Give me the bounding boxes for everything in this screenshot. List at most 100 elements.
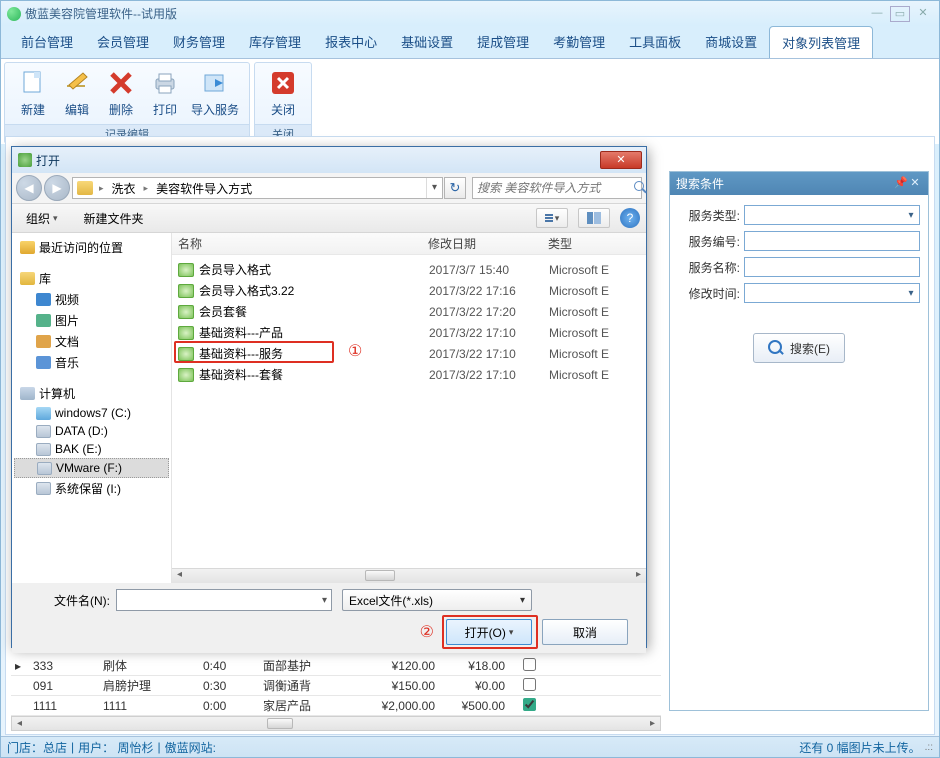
filename-input[interactable] (121, 593, 322, 607)
nav-back-button[interactable]: ◀ (16, 175, 42, 201)
file-row[interactable]: 会员导入格式2017/3/7 15:40Microsoft E (178, 259, 646, 280)
search-panel: 搜索条件 📌 ✕ 服务类型: ▾ 服务编号: 服务名称: 修改时间: ▾ (669, 171, 929, 711)
tree-drive-d[interactable]: DATA (D:) (14, 422, 169, 440)
tree-video[interactable]: 视频 (14, 289, 169, 310)
menu-reports[interactable]: 报表中心 (313, 26, 389, 58)
table-row[interactable]: 091肩膀护理0:30调衡通背¥150.00¥0.00 (11, 676, 661, 696)
import-label: 导入服务 (187, 101, 243, 118)
menu-members[interactable]: 会员管理 (85, 26, 161, 58)
help-button[interactable]: ? (620, 208, 640, 228)
view-mode-button[interactable]: ▾ (536, 208, 568, 228)
menu-mall[interactable]: 商城设置 (693, 26, 769, 58)
breadcrumb-dropdown-icon[interactable]: ▾ (426, 178, 442, 198)
service-type-label: 服务类型: (678, 207, 740, 224)
row-checkbox[interactable] (523, 698, 536, 711)
row-checkbox[interactable] (523, 658, 536, 671)
file-row[interactable]: 基础资料---产品2017/3/22 17:10Microsoft E (178, 322, 646, 343)
table-row[interactable]: ▸333刷体0:40面部基护¥120.00¥18.00 (11, 656, 661, 676)
preview-icon (587, 212, 601, 224)
new-folder-button[interactable]: 新建文件夹 (76, 208, 152, 229)
row-checkbox[interactable] (523, 678, 536, 691)
tree-library[interactable]: 库 (14, 268, 169, 289)
service-name-label: 服务名称: (678, 259, 740, 276)
dialog-search-input[interactable] (477, 181, 634, 195)
close-panel-icon[interactable]: ✕ (908, 177, 922, 191)
filename-label: 文件名(N): (22, 592, 110, 609)
scrollbar-thumb[interactable] (267, 718, 293, 729)
preview-pane-button[interactable] (578, 208, 610, 228)
scroll-right-icon[interactable]: ▸ (631, 569, 646, 583)
tree-recent[interactable]: 最近访问的位置 (14, 237, 169, 258)
open-button[interactable]: 打开(O) ▾ (446, 619, 532, 645)
print-button[interactable]: 打印 (143, 67, 187, 124)
minimize-button[interactable]: — (867, 6, 887, 22)
search-button[interactable]: 搜索(E) (753, 333, 845, 363)
close-app-button[interactable]: ✕ (913, 6, 933, 22)
tree-computer[interactable]: 计算机 (14, 383, 169, 404)
tree-picture[interactable]: 图片 (14, 310, 169, 331)
menu-finance[interactable]: 财务管理 (161, 26, 237, 58)
menu-inventory[interactable]: 库存管理 (237, 26, 313, 58)
file-type-select[interactable]: Excel文件(*.xls) ▾ (342, 589, 532, 611)
tree-drive-f[interactable]: VMware (F:) (14, 458, 169, 478)
import-services-button[interactable]: 导入服务 (187, 67, 243, 124)
recent-icon (20, 241, 35, 254)
service-code-input[interactable] (744, 231, 920, 251)
horizontal-scrollbar[interactable]: ◂ ▸ (11, 716, 661, 731)
split-dropdown-icon: ▾ (509, 627, 514, 638)
file-row[interactable]: 基础资料---套餐2017/3/22 17:10Microsoft E (178, 364, 646, 385)
file-row[interactable]: 会员套餐2017/3/22 17:20Microsoft E (178, 301, 646, 322)
search-panel-title: 搜索条件 (676, 175, 724, 192)
dialog-search-box[interactable] (472, 177, 642, 199)
col-date[interactable]: 修改日期 (428, 235, 548, 252)
pin-icon[interactable]: 📌 (894, 177, 908, 191)
breadcrumb-item[interactable]: 洗衣 (106, 178, 142, 198)
tree-drive-i[interactable]: 系统保留 (I:) (14, 478, 169, 499)
search-button-label: 搜索(E) (790, 340, 830, 357)
chevron-down-icon[interactable]: ▾ (322, 595, 327, 606)
close-tab-button[interactable]: 关闭 (261, 67, 305, 124)
scroll-left-icon[interactable]: ◂ (172, 569, 187, 583)
site-link[interactable]: 傲蓝网站: (165, 739, 216, 756)
mod-time-combo[interactable]: ▾ (744, 283, 920, 303)
delete-button[interactable]: 删除 (99, 67, 143, 124)
organize-button[interactable]: 组织 ▾ (18, 208, 66, 229)
menu-tools[interactable]: 工具面板 (617, 26, 693, 58)
new-icon (17, 67, 49, 99)
cancel-button[interactable]: 取消 (542, 619, 628, 645)
picture-icon (36, 314, 51, 327)
menu-basic-settings[interactable]: 基础设置 (389, 26, 465, 58)
menu-commission[interactable]: 提成管理 (465, 26, 541, 58)
disk-icon (37, 462, 52, 475)
dialog-close-button[interactable]: ✕ (600, 151, 642, 169)
file-row[interactable]: 基础资料---服务2017/3/22 17:10Microsoft E (178, 343, 646, 364)
service-type-combo[interactable]: ▾ (744, 205, 920, 225)
tree-doc[interactable]: 文档 (14, 331, 169, 352)
breadcrumb-item[interactable]: 美容软件导入方式 (150, 178, 258, 198)
menu-attendance[interactable]: 考勤管理 (541, 26, 617, 58)
new-button[interactable]: 新建 (11, 67, 55, 124)
maximize-button[interactable]: ▭ (890, 6, 910, 22)
upload-status: 还有 0 幅图片未上传。 (799, 739, 920, 756)
file-open-dialog: 打开 ✕ ◀ ▶ ▸ 洗衣 ▸ 美容软件导入方式 ▾ ↻ 组织 ▾ (11, 146, 647, 648)
table-row[interactable]: 111111110:00家居产品¥2,000.00¥500.00 (11, 696, 661, 716)
col-name[interactable]: 名称 (178, 235, 428, 252)
col-type[interactable]: 类型 (548, 235, 646, 252)
file-horizontal-scrollbar[interactable]: ◂ ▸ (172, 568, 646, 583)
tree-drive-e[interactable]: BAK (E:) (14, 440, 169, 458)
edit-button[interactable]: 编辑 (55, 67, 99, 124)
tree-music[interactable]: 音乐 (14, 352, 169, 373)
tree-drive-c[interactable]: windows7 (C:) (14, 404, 169, 422)
dialog-titlebar[interactable]: 打开 ✕ (12, 147, 646, 173)
nav-forward-button[interactable]: ▶ (44, 175, 70, 201)
service-code-label: 服务编号: (678, 233, 740, 250)
scroll-left-icon[interactable]: ◂ (12, 718, 27, 729)
menu-object-list[interactable]: 对象列表管理 (769, 26, 873, 58)
breadcrumb[interactable]: ▸ 洗衣 ▸ 美容软件导入方式 ▾ (72, 177, 443, 199)
service-name-input[interactable] (744, 257, 920, 277)
menu-frontdesk[interactable]: 前台管理 (9, 26, 85, 58)
scrollbar-thumb[interactable] (365, 570, 395, 581)
file-row[interactable]: 会员导入格式3.222017/3/22 17:16Microsoft E (178, 280, 646, 301)
refresh-button[interactable]: ↻ (444, 177, 466, 199)
scroll-right-icon[interactable]: ▸ (645, 718, 660, 729)
